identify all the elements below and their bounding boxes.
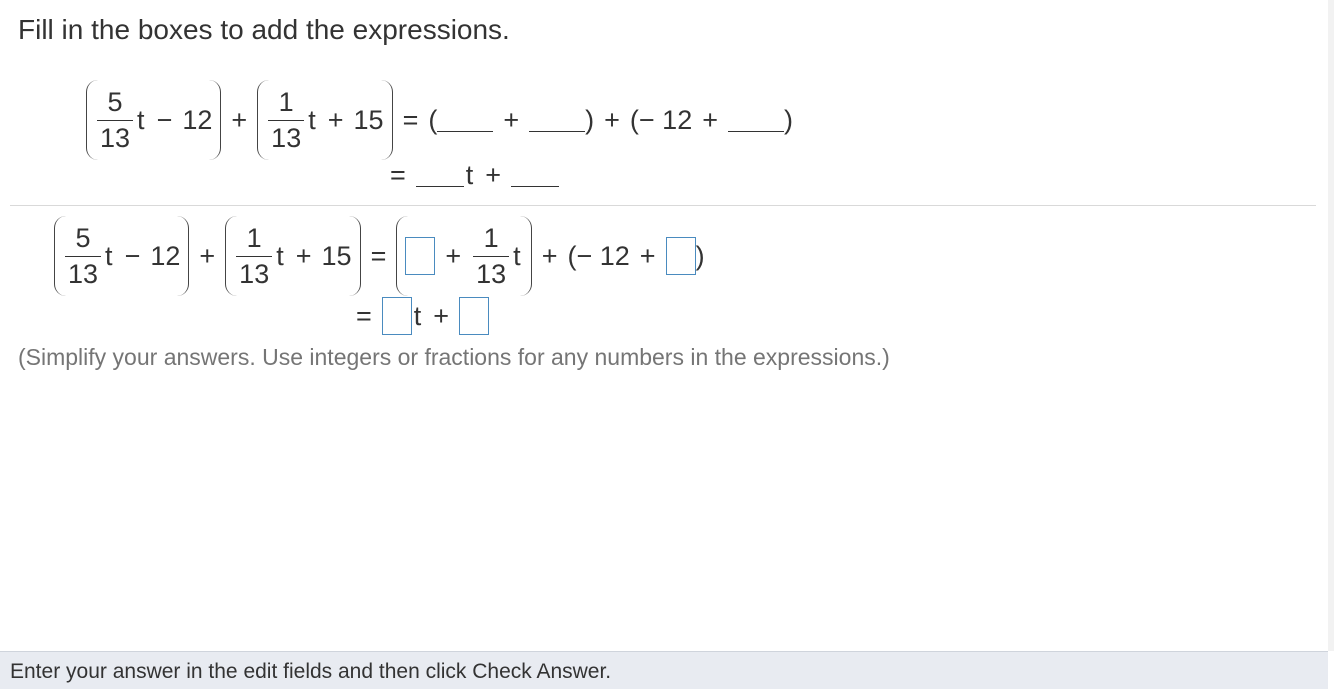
equals-sign: = <box>402 104 419 135</box>
equals-sign: = <box>370 240 387 271</box>
variable-t: t <box>413 300 422 331</box>
plus-sign: + <box>433 300 450 331</box>
variable-t: t <box>465 160 474 190</box>
open-paren: ( <box>428 104 438 135</box>
minus-sign: − <box>156 104 173 135</box>
fraction-denominator: 13 <box>268 119 305 152</box>
plus-sign: + <box>445 240 462 271</box>
answer-box[interactable] <box>381 297 412 335</box>
blank-line <box>728 109 784 132</box>
answer-box[interactable] <box>405 237 436 275</box>
constant: 15 <box>353 104 384 135</box>
answer-equation-result: = t + <box>346 297 490 335</box>
fraction: 1 13 <box>236 222 273 288</box>
fraction-denominator: 13 <box>65 255 102 288</box>
constant: − 12 <box>576 240 630 271</box>
plus-sign: + <box>231 104 248 135</box>
close-paren: ) <box>784 104 793 135</box>
constant: 12 <box>150 240 181 271</box>
instruction-note: (Simplify your answers. Use integers or … <box>18 344 890 370</box>
paren-group: 1 13 t + 15 <box>257 80 393 160</box>
plus-sign: + <box>199 240 216 271</box>
plus-sign: + <box>639 240 656 271</box>
constant: − 12 <box>638 104 693 135</box>
fraction: 5 13 <box>65 222 102 288</box>
variable-t: t <box>513 240 521 271</box>
fraction-denominator: 13 <box>97 119 134 152</box>
fraction-numerator: 1 <box>483 222 499 253</box>
open-paren: ( <box>567 240 577 271</box>
fraction-numerator: 1 <box>246 222 262 253</box>
blank-line <box>511 164 560 187</box>
fraction-denominator: 13 <box>236 255 273 288</box>
answer-equation: 5 13 t − 12 + 1 13 t + 15 = + 1 13 t + (… <box>54 216 705 296</box>
minus-sign: − <box>124 240 141 271</box>
variable-t: t <box>105 240 113 271</box>
fraction: 1 13 <box>473 222 510 288</box>
answer-box[interactable] <box>665 237 696 275</box>
variable-t: t <box>308 104 316 135</box>
example-equation: 5 13 t − 12 + 1 13 t + 15 = ( + ) + ( − … <box>86 80 793 160</box>
plus-sign: + <box>327 104 344 135</box>
status-bar: Enter your answer in the edit fields and… <box>0 651 1328 689</box>
plus-sign: + <box>541 240 558 271</box>
close-paren: ) <box>585 104 595 135</box>
open-paren: ( <box>629 104 639 135</box>
equals-sign: = <box>356 300 372 331</box>
status-text: Enter your answer in the edit fields and… <box>10 660 612 683</box>
plus-sign: + <box>295 240 312 271</box>
variable-t: t <box>276 240 284 271</box>
fraction: 5 13 <box>97 86 134 152</box>
scrollbar-track[interactable] <box>1328 0 1334 651</box>
close-paren: ) <box>695 240 705 271</box>
plus-sign: + <box>503 104 520 135</box>
fraction: 1 13 <box>268 86 305 152</box>
paren-group: + 1 13 t <box>396 216 532 296</box>
example-equation-result: = t + <box>380 160 560 191</box>
constant: 15 <box>321 240 352 271</box>
blank-line <box>437 109 494 132</box>
plus-sign: + <box>702 104 718 135</box>
divider <box>10 205 1316 206</box>
paren-group: 1 13 t + 15 <box>225 216 361 296</box>
plus-sign: + <box>485 160 502 190</box>
fraction-numerator: 1 <box>278 86 294 117</box>
constant: 12 <box>182 104 213 135</box>
plus-sign: + <box>604 104 620 135</box>
blank-line <box>415 164 464 187</box>
instruction-text: Fill in the boxes to add the expressions… <box>18 14 510 45</box>
variable-t: t <box>137 104 145 135</box>
fraction-denominator: 13 <box>473 255 510 288</box>
paren-group: 5 13 t − 12 <box>54 216 190 296</box>
fraction-numerator: 5 <box>107 86 123 117</box>
blank-line <box>529 109 586 132</box>
equals-sign: = <box>390 160 406 190</box>
fraction-numerator: 5 <box>75 222 91 253</box>
answer-box[interactable] <box>459 297 490 335</box>
paren-group: 5 13 t − 12 <box>86 80 222 160</box>
